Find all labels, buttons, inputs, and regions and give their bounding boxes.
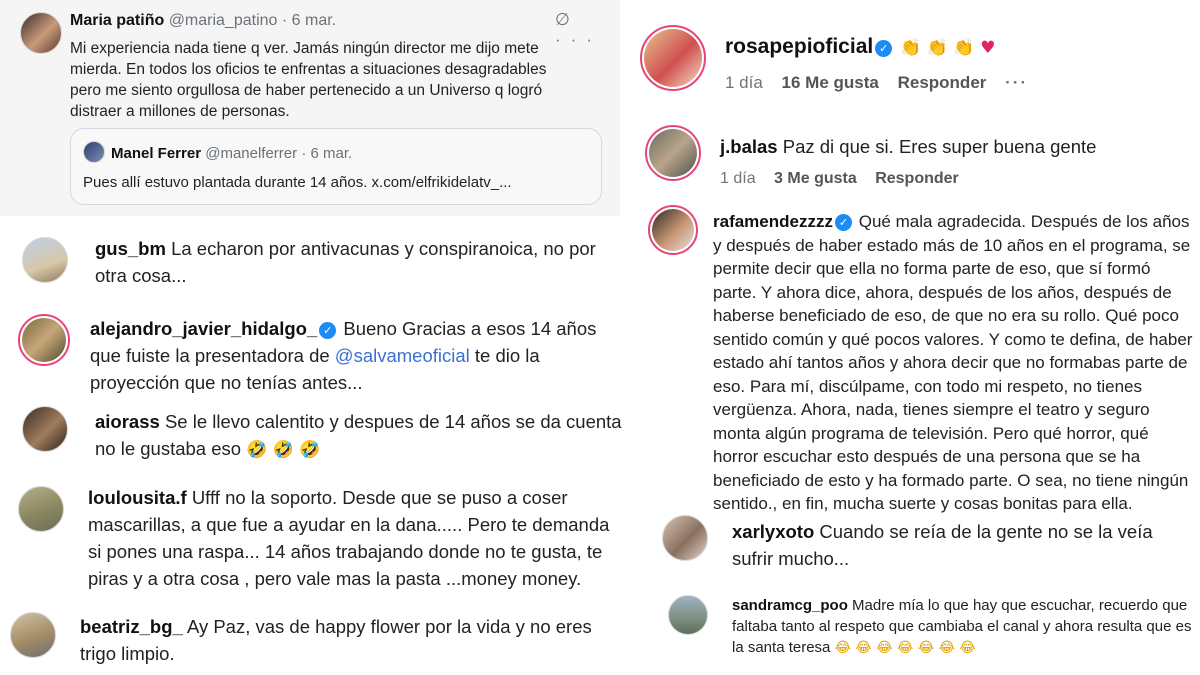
- comment-meta: 1 día 3 Me gusta Responder: [720, 170, 973, 188]
- comment-username[interactable]: sandramcg_poo: [732, 597, 848, 614]
- comment: rafamendezzzz ✓ Qué mala agradecida. Desp…: [713, 210, 1193, 516]
- tweet-actions[interactable]: ∅ ···: [555, 10, 620, 50]
- comment-text: Qué mala agradecida. Después de los años…: [713, 212, 1193, 513]
- comment: xarlyxoto Cuando se reía de la gente no …: [732, 518, 1192, 572]
- avatar[interactable]: [22, 406, 68, 452]
- avatar[interactable]: [20, 12, 62, 54]
- likes-count[interactable]: 16 Me gusta: [782, 73, 879, 92]
- tweet-author-name[interactable]: Maria patiño: [70, 12, 164, 29]
- avatar[interactable]: [662, 515, 708, 561]
- quoted-tweet-text: Pues allí estuvo plantada durante 14 año…: [83, 174, 512, 191]
- likes-count[interactable]: 3 Me gusta: [774, 170, 857, 187]
- verified-badge-icon: ✓: [319, 322, 337, 339]
- comment-username[interactable]: gus_bm: [95, 238, 166, 259]
- tweet-header: Maria patiño @maria_patino · 6 mar.: [70, 12, 336, 30]
- avatar[interactable]: [10, 612, 56, 658]
- comment: alejandro_javier_hidalgo_ ✓ Bueno Gracias…: [90, 315, 630, 396]
- comment-username[interactable]: loulousita.f: [88, 487, 187, 508]
- comment-username[interactable]: aiorass: [95, 411, 160, 432]
- comment-username[interactable]: j.balas: [720, 136, 778, 157]
- comment: beatriz_bg_ Ay Paz, vas de happy flower …: [80, 613, 620, 667]
- comment-username[interactable]: rafamendezzzz: [713, 212, 833, 231]
- avatar[interactable]: [648, 205, 698, 255]
- comment: sandramcg_poo Madre mía lo que hay que e…: [732, 595, 1192, 659]
- comment-text: Se le llevo calentito y despues de 14 añ…: [95, 411, 622, 459]
- comment: loulousita.f Ufff no la soporto. Desde q…: [88, 484, 618, 592]
- comment: aiorass Se le llevo calentito y despues …: [95, 408, 637, 464]
- quoted-author-name: Manel Ferrer: [111, 145, 202, 162]
- quoted-tweet[interactable]: Manel Ferrer @manelferrer · 6 mar. Pues …: [70, 128, 602, 205]
- reply-button[interactable]: Responder: [875, 170, 959, 187]
- clapping-emoji-icon: 👏 👏 👏: [900, 38, 975, 58]
- avatar[interactable]: [645, 125, 701, 181]
- comment: rosapepioficial ✓ 👏 👏 👏 ♥: [725, 33, 1185, 62]
- avatar[interactable]: [18, 314, 70, 366]
- quoted-author-handle: @manelferrer: [205, 145, 298, 162]
- mention-link[interactable]: @salvameoficial: [335, 345, 470, 366]
- comment: gus_bm La echaron por antivacunas y cons…: [95, 235, 625, 289]
- comment-text: Paz di que si. Eres super buena gente: [782, 136, 1097, 157]
- heart-emoji-icon: ♥: [980, 38, 996, 58]
- comment-time: 1 día: [725, 73, 763, 92]
- quoted-date: · 6 mar.: [301, 145, 353, 162]
- comment: j.balas Paz di que si. Eres super buena …: [720, 133, 1180, 160]
- avatar: [83, 141, 105, 163]
- avatar[interactable]: [18, 486, 64, 532]
- comment-time: 1 día: [720, 170, 756, 187]
- verified-badge-icon: ✓: [834, 214, 852, 231]
- grok-and-more-icon[interactable]: ∅ ···: [555, 10, 602, 49]
- comment-username[interactable]: xarlyxoto: [732, 521, 814, 542]
- tweet-card[interactable]: Maria patiño @maria_patino · 6 mar. ∅ ··…: [0, 0, 620, 216]
- laughing-emoji-icon: 🤣 🤣 🤣: [246, 440, 321, 460]
- avatar[interactable]: [668, 595, 708, 635]
- avatar[interactable]: [640, 25, 706, 91]
- tweet-text: Mi experiencia nada tiene q ver. Jamás n…: [70, 40, 547, 120]
- verified-badge-icon: ✓: [875, 40, 893, 57]
- comment-username[interactable]: alejandro_javier_hidalgo_: [90, 318, 317, 339]
- more-options-icon[interactable]: ···: [1005, 73, 1028, 92]
- comment-username[interactable]: beatriz_bg_: [80, 616, 183, 637]
- tweet-date[interactable]: · 6 mar.: [282, 12, 336, 29]
- laughing-emoji-icon: 😂 😂 😂 😂 😂 😂 😂: [834, 640, 976, 656]
- tweet-author-handle[interactable]: @maria_patino: [169, 12, 278, 29]
- comment-text: La echaron por antivacunas y conspiranoi…: [95, 238, 596, 286]
- comment-username[interactable]: rosapepioficial: [725, 35, 873, 58]
- quoted-tweet-header: Manel Ferrer @manelferrer · 6 mar.: [111, 145, 352, 162]
- reply-button[interactable]: Responder: [898, 73, 987, 92]
- avatar[interactable]: [22, 237, 68, 283]
- comment-meta: 1 día 16 Me gusta Responder ···: [725, 73, 1042, 93]
